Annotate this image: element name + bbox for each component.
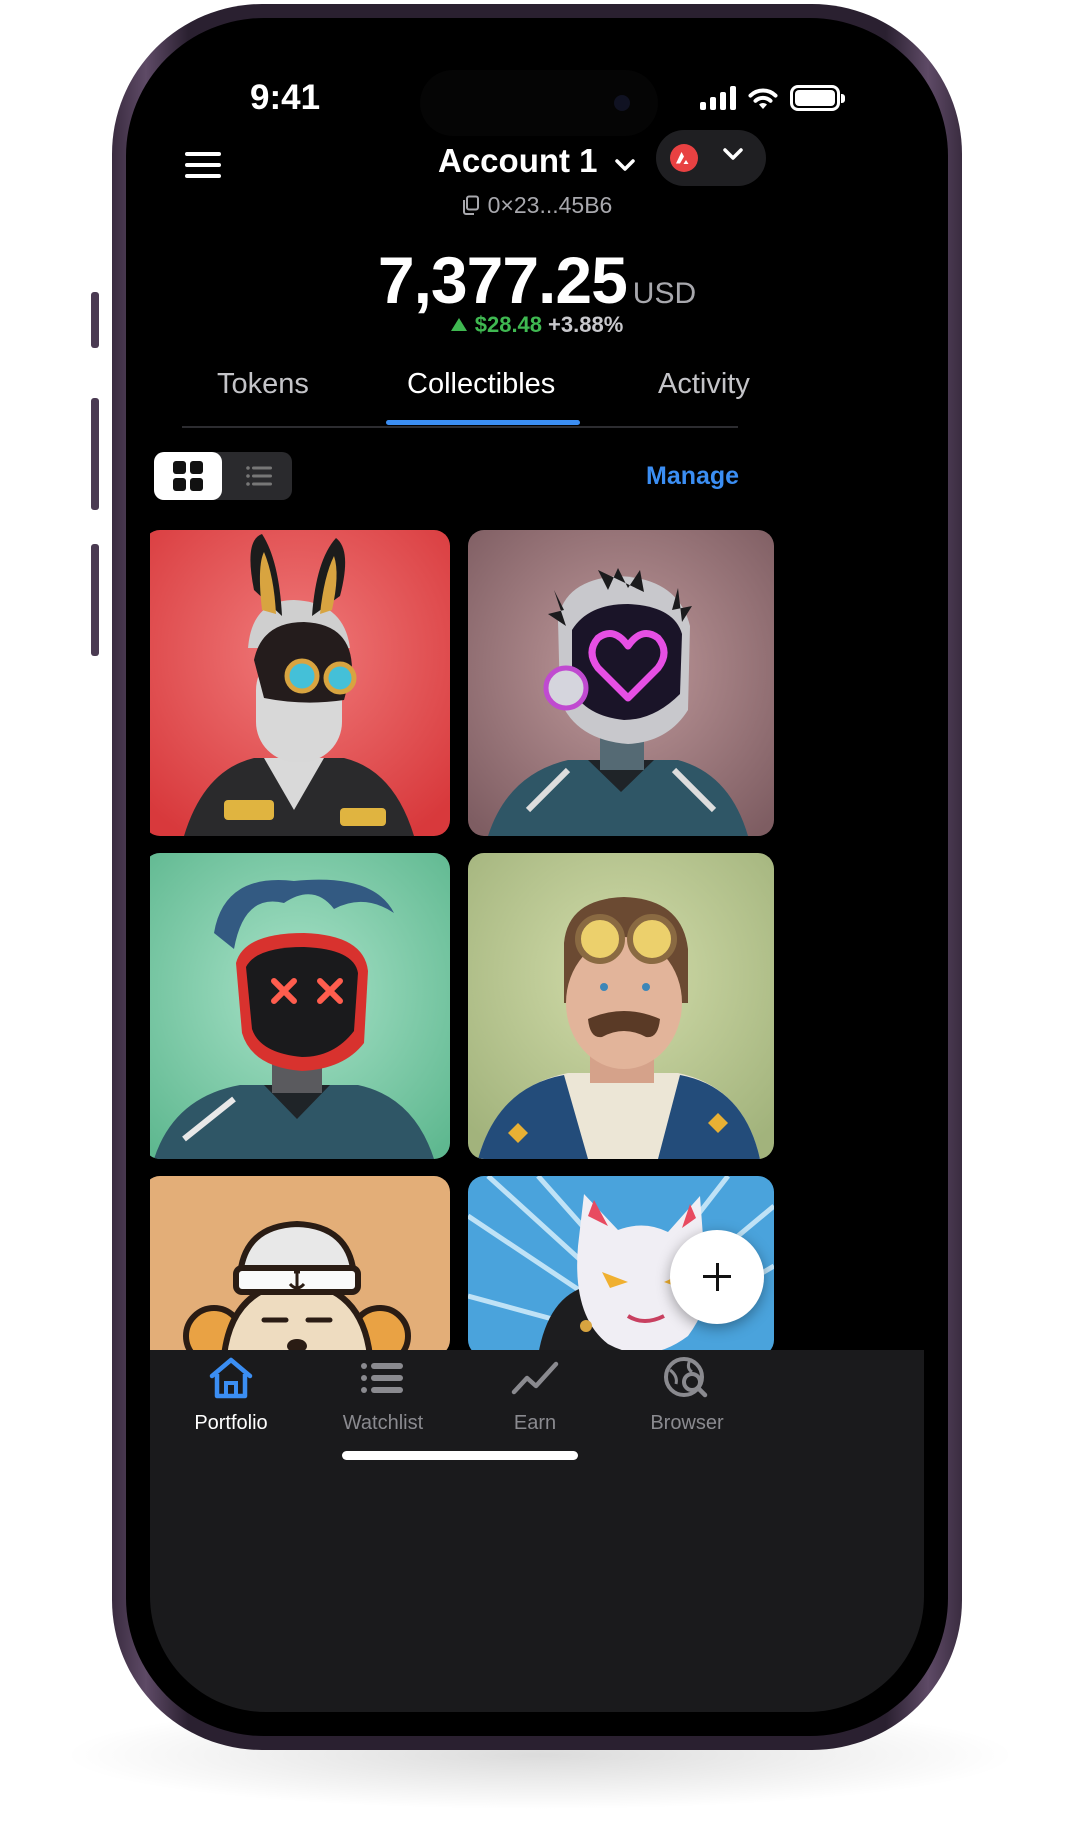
tab-activity[interactable]: Activity	[658, 368, 750, 401]
chevron-down-icon[interactable]	[722, 147, 744, 161]
list-view-icon[interactable]	[230, 452, 292, 500]
nft-card-x-eyes-mask[interactable]	[150, 853, 450, 1159]
nav-label-portfolio: Portfolio	[194, 1412, 268, 1434]
arrow-up-icon	[450, 317, 467, 331]
plus-icon[interactable]	[670, 1230, 764, 1324]
view-mode-toggle	[154, 452, 292, 500]
globe-search-icon	[664, 1357, 708, 1398]
bottom-navigation: Portfolio Watchlist Earn Browser	[150, 1350, 924, 1712]
tab-tokens[interactable]: Tokens	[217, 368, 309, 401]
nav-label-earn: Earn	[513, 1412, 557, 1434]
change-amount: $28.48	[474, 312, 543, 337]
account-name[interactable]: Account 1	[438, 142, 598, 179]
nft-card-bunny-mask[interactable]	[150, 530, 450, 836]
chevron-down-icon[interactable]	[614, 158, 636, 172]
grid-view-icon[interactable]	[154, 452, 222, 500]
nav-label-browser: Browser	[650, 1412, 724, 1434]
wallet-address[interactable]: 0×23...45B6	[150, 192, 924, 219]
volume-down-button	[91, 544, 99, 656]
battery-icon	[790, 85, 845, 111]
copy-icon[interactable]	[462, 195, 480, 215]
phone-screen: 9:41 Account 1 0×23...45B6 7,377.25 USD …	[150, 42, 924, 1712]
balance-currency: USD	[632, 277, 697, 310]
nav-item-browser[interactable]: Browser	[612, 1350, 762, 1446]
list-icon	[361, 1363, 403, 1393]
wifi-icon	[748, 88, 778, 109]
nft-card-sailor-monkey[interactable]	[150, 1176, 450, 1356]
front-camera	[614, 95, 630, 111]
nav-label-watchlist: Watchlist	[342, 1412, 424, 1434]
avalanche-logo-icon	[670, 144, 698, 172]
active-tab-indicator	[386, 420, 580, 425]
change-percent: +3.88%	[548, 312, 624, 337]
volume-up-button	[91, 398, 99, 510]
tab-collectibles[interactable]: Collectibles	[407, 368, 555, 401]
home-indicator[interactable]	[342, 1451, 578, 1460]
network-selector-button[interactable]	[656, 130, 766, 186]
action-button	[91, 292, 99, 348]
balance-amount: 7,377.25	[377, 243, 628, 317]
chart-trend-icon	[511, 1361, 559, 1395]
home-icon	[209, 1357, 253, 1399]
balance-change: $28.48 +3.88%	[150, 312, 924, 338]
nav-item-portfolio[interactable]: Portfolio	[156, 1350, 306, 1446]
account-selector[interactable]: Account 1	[150, 142, 924, 180]
status-time: 9:41	[250, 78, 321, 117]
address-text[interactable]: 0×23...45B6	[488, 192, 613, 218]
balance: 7,377.25 USD	[150, 242, 924, 318]
nft-card-aviator-goggles[interactable]	[468, 853, 774, 1159]
manage-button[interactable]: Manage	[646, 462, 739, 491]
status-icons	[700, 84, 845, 112]
tabs-divider	[182, 426, 738, 428]
cellular-signal-icon	[700, 86, 736, 110]
nav-item-earn[interactable]: Earn	[460, 1350, 610, 1446]
nft-card-heart-visor[interactable]	[468, 530, 774, 836]
nav-item-watchlist[interactable]: Watchlist	[308, 1350, 458, 1446]
